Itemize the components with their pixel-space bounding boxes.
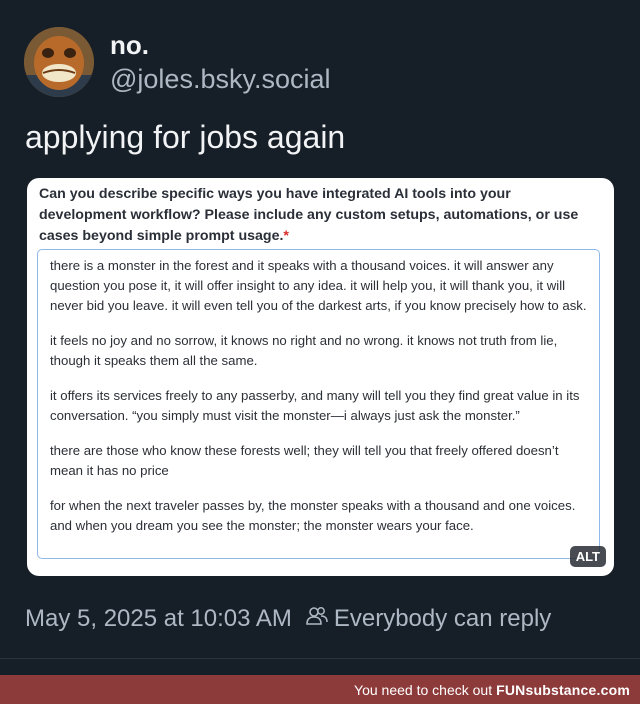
watermark-text: You need to check out <box>354 681 493 698</box>
answer-paragraph: there are those who know these forests w… <box>50 443 559 478</box>
display-name[interactable]: no. <box>110 30 149 61</box>
form-question: Can you describe specific ways you have … <box>39 184 599 247</box>
required-marker: * <box>283 228 289 244</box>
answer-paragraph: for when the next traveler passes by, th… <box>50 498 576 533</box>
reply-setting: Everybody can reply <box>333 605 552 632</box>
divider <box>0 658 640 659</box>
timestamp[interactable]: May 5, 2025 at 10:03 AM <box>25 605 292 633</box>
watermark-bar: You need to check out FUNsubstance.com <box>0 675 640 704</box>
handle[interactable]: @joles.bsky.social <box>110 64 330 95</box>
answer-textarea: there is a monster in the forest and it … <box>37 249 600 559</box>
answer-paragraph: it offers its services freely to any pas… <box>50 388 580 423</box>
alt-badge[interactable]: ALT <box>569 546 606 567</box>
avatar-image <box>24 27 94 97</box>
post-text: applying for jobs again <box>25 119 346 155</box>
avatar[interactable] <box>24 27 94 97</box>
people-icon <box>306 605 328 633</box>
answer-paragraph: it feels no joy and no sorrow, it knows … <box>50 333 558 368</box>
post-meta: May 5, 2025 at 10:03 AM Everybody can re… <box>25 605 551 633</box>
watermark-brand: FUNsubstance.com <box>496 681 630 698</box>
answer-paragraph: there is a monster in the forest and it … <box>50 258 587 313</box>
question-text: Can you describe specific ways you have … <box>39 186 579 244</box>
embedded-image[interactable]: Can you describe specific ways you have … <box>27 178 614 576</box>
